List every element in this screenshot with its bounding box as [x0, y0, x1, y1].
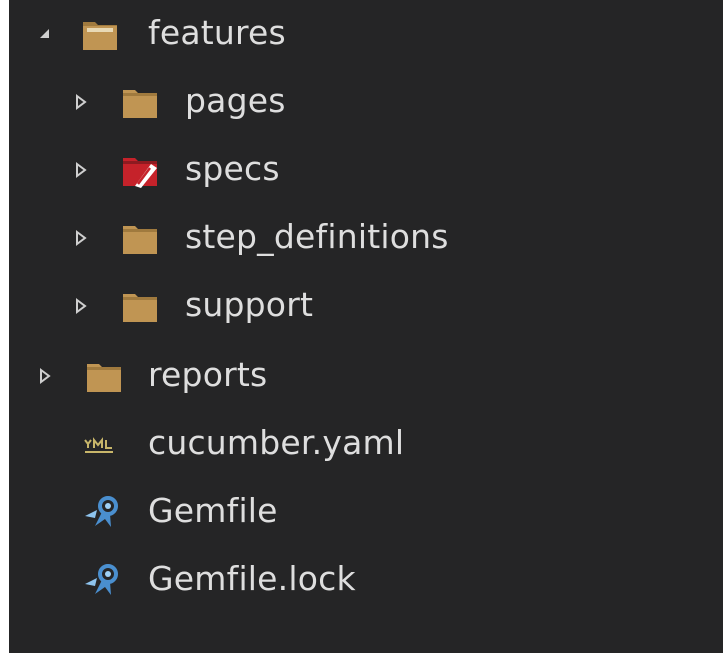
- tree-item-gemfile-lock[interactable]: Gemfile.lock: [9, 546, 723, 614]
- tree-item-pages[interactable]: pages: [9, 68, 723, 136]
- folder-icon: [123, 226, 157, 254]
- tree-item-specs[interactable]: specs: [9, 136, 723, 204]
- ruby-gem-icon: [85, 564, 118, 595]
- folder-icon: [87, 364, 121, 392]
- folder-icon: [123, 294, 157, 322]
- folder-test-icon: [123, 158, 157, 188]
- folder-icon: [123, 90, 157, 118]
- chevron-right-icon[interactable]: [73, 94, 89, 110]
- tree-item-cucumber-yaml[interactable]: cucumber.yaml: [9, 410, 723, 478]
- ruby-gem-icon: [85, 496, 118, 527]
- tree-item-label: Gemfile.lock: [148, 559, 356, 598]
- tree-item-label: step_definitions: [185, 217, 449, 256]
- folder-open-icon: [83, 22, 117, 50]
- tree-item-label: pages: [185, 81, 286, 120]
- chevron-right-icon[interactable]: [73, 230, 89, 246]
- yaml-file-icon: [84, 437, 113, 453]
- tree-item-label: Gemfile: [148, 491, 278, 530]
- file-explorer-tree: features pages specs step_definitions su…: [9, 0, 723, 653]
- tree-item-label: cucumber.yaml: [148, 423, 405, 462]
- chevron-right-icon[interactable]: [73, 298, 89, 314]
- tree-item-gemfile[interactable]: Gemfile: [9, 478, 723, 546]
- tree-item-label: specs: [185, 149, 280, 188]
- tree-item-features[interactable]: features: [9, 0, 723, 68]
- tree-item-support[interactable]: support: [9, 272, 723, 340]
- tree-item-label: reports: [148, 355, 268, 394]
- chevron-right-icon[interactable]: [37, 368, 53, 384]
- tree-item-label: support: [185, 285, 314, 324]
- tree-item-reports[interactable]: reports: [9, 342, 723, 410]
- tree-item-label: features: [148, 13, 286, 52]
- chevron-right-icon[interactable]: [73, 162, 89, 178]
- tree-item-step-definitions[interactable]: step_definitions: [9, 204, 723, 272]
- chevron-down-icon[interactable]: [37, 26, 53, 42]
